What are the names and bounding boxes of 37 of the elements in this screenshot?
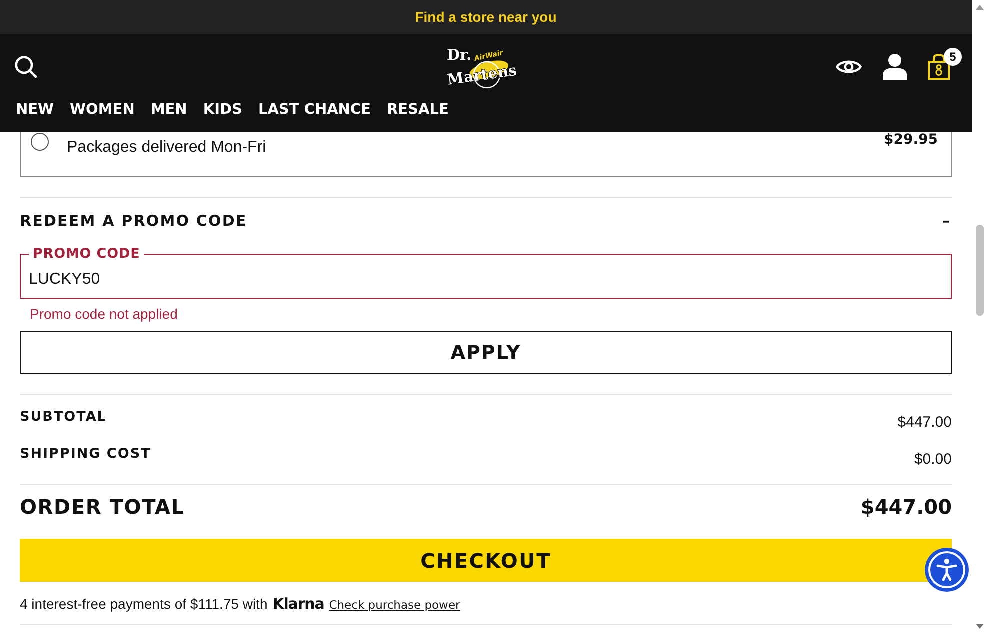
nav-link[interactable]: KIDS	[203, 101, 242, 119]
installments-text: 4 interest-free payments of $111.75 with	[20, 595, 268, 613]
klarna-logo: Klarna	[272, 595, 324, 613]
purchase-power-link[interactable]: Check purchase power	[329, 596, 460, 614]
shipping-description: Packages delivered Mon-Fri	[67, 138, 266, 158]
radio-button[interactable]	[31, 133, 49, 151]
shipping-option-card[interactable]: Packages delivered Mon-Fri $29.95	[20, 132, 952, 177]
promo-code-field[interactable]: PROMO CODE LUCKY50	[20, 246, 952, 299]
apply-button[interactable]: APPLY	[20, 331, 952, 374]
nav-link[interactable]: NEW	[16, 101, 54, 119]
summary-value: $447.00	[898, 414, 952, 431]
scroll-up-icon[interactable]	[976, 5, 984, 10]
checkout-button[interactable]: CHECKOUT	[20, 539, 952, 582]
nav-link[interactable]: LAST CHANCE	[258, 101, 371, 119]
search-icon[interactable]	[15, 56, 37, 78]
nav-link[interactable]: WOMEN	[70, 101, 135, 119]
find-store-link[interactable]: Find a store near you	[415, 9, 557, 25]
order-total-value: $447.00	[860, 495, 952, 519]
summary-value: $0.00	[914, 451, 952, 468]
accessibility-button[interactable]	[925, 548, 969, 592]
shipping-price: $29.95	[884, 133, 938, 147]
nav-link[interactable]: MEN	[150, 101, 188, 119]
summary-label: SUBTOTAL	[20, 409, 107, 425]
accessibility-icon	[928, 551, 966, 589]
collapse-toggle[interactable]: –	[942, 210, 950, 232]
shopping-bag-icon[interactable]	[928, 54, 950, 80]
promo-section-title: REDEEM A PROMO CODE	[20, 211, 248, 232]
user-icon[interactable]	[883, 54, 907, 80]
scroll-down-icon[interactable]	[976, 624, 984, 629]
eye-icon[interactable]	[836, 58, 862, 76]
promo-code-label: PROMO CODE	[32, 246, 142, 262]
error-message: Promo code not applied	[29, 306, 178, 322]
summary-label: SHIPPING COST	[20, 446, 152, 462]
nav-link[interactable]: RESALE	[386, 101, 449, 119]
scrollbar-thumb[interactable]	[976, 225, 984, 316]
cart-count-badge: 5	[944, 48, 962, 66]
order-total-label: ORDER TOTAL	[20, 495, 185, 519]
